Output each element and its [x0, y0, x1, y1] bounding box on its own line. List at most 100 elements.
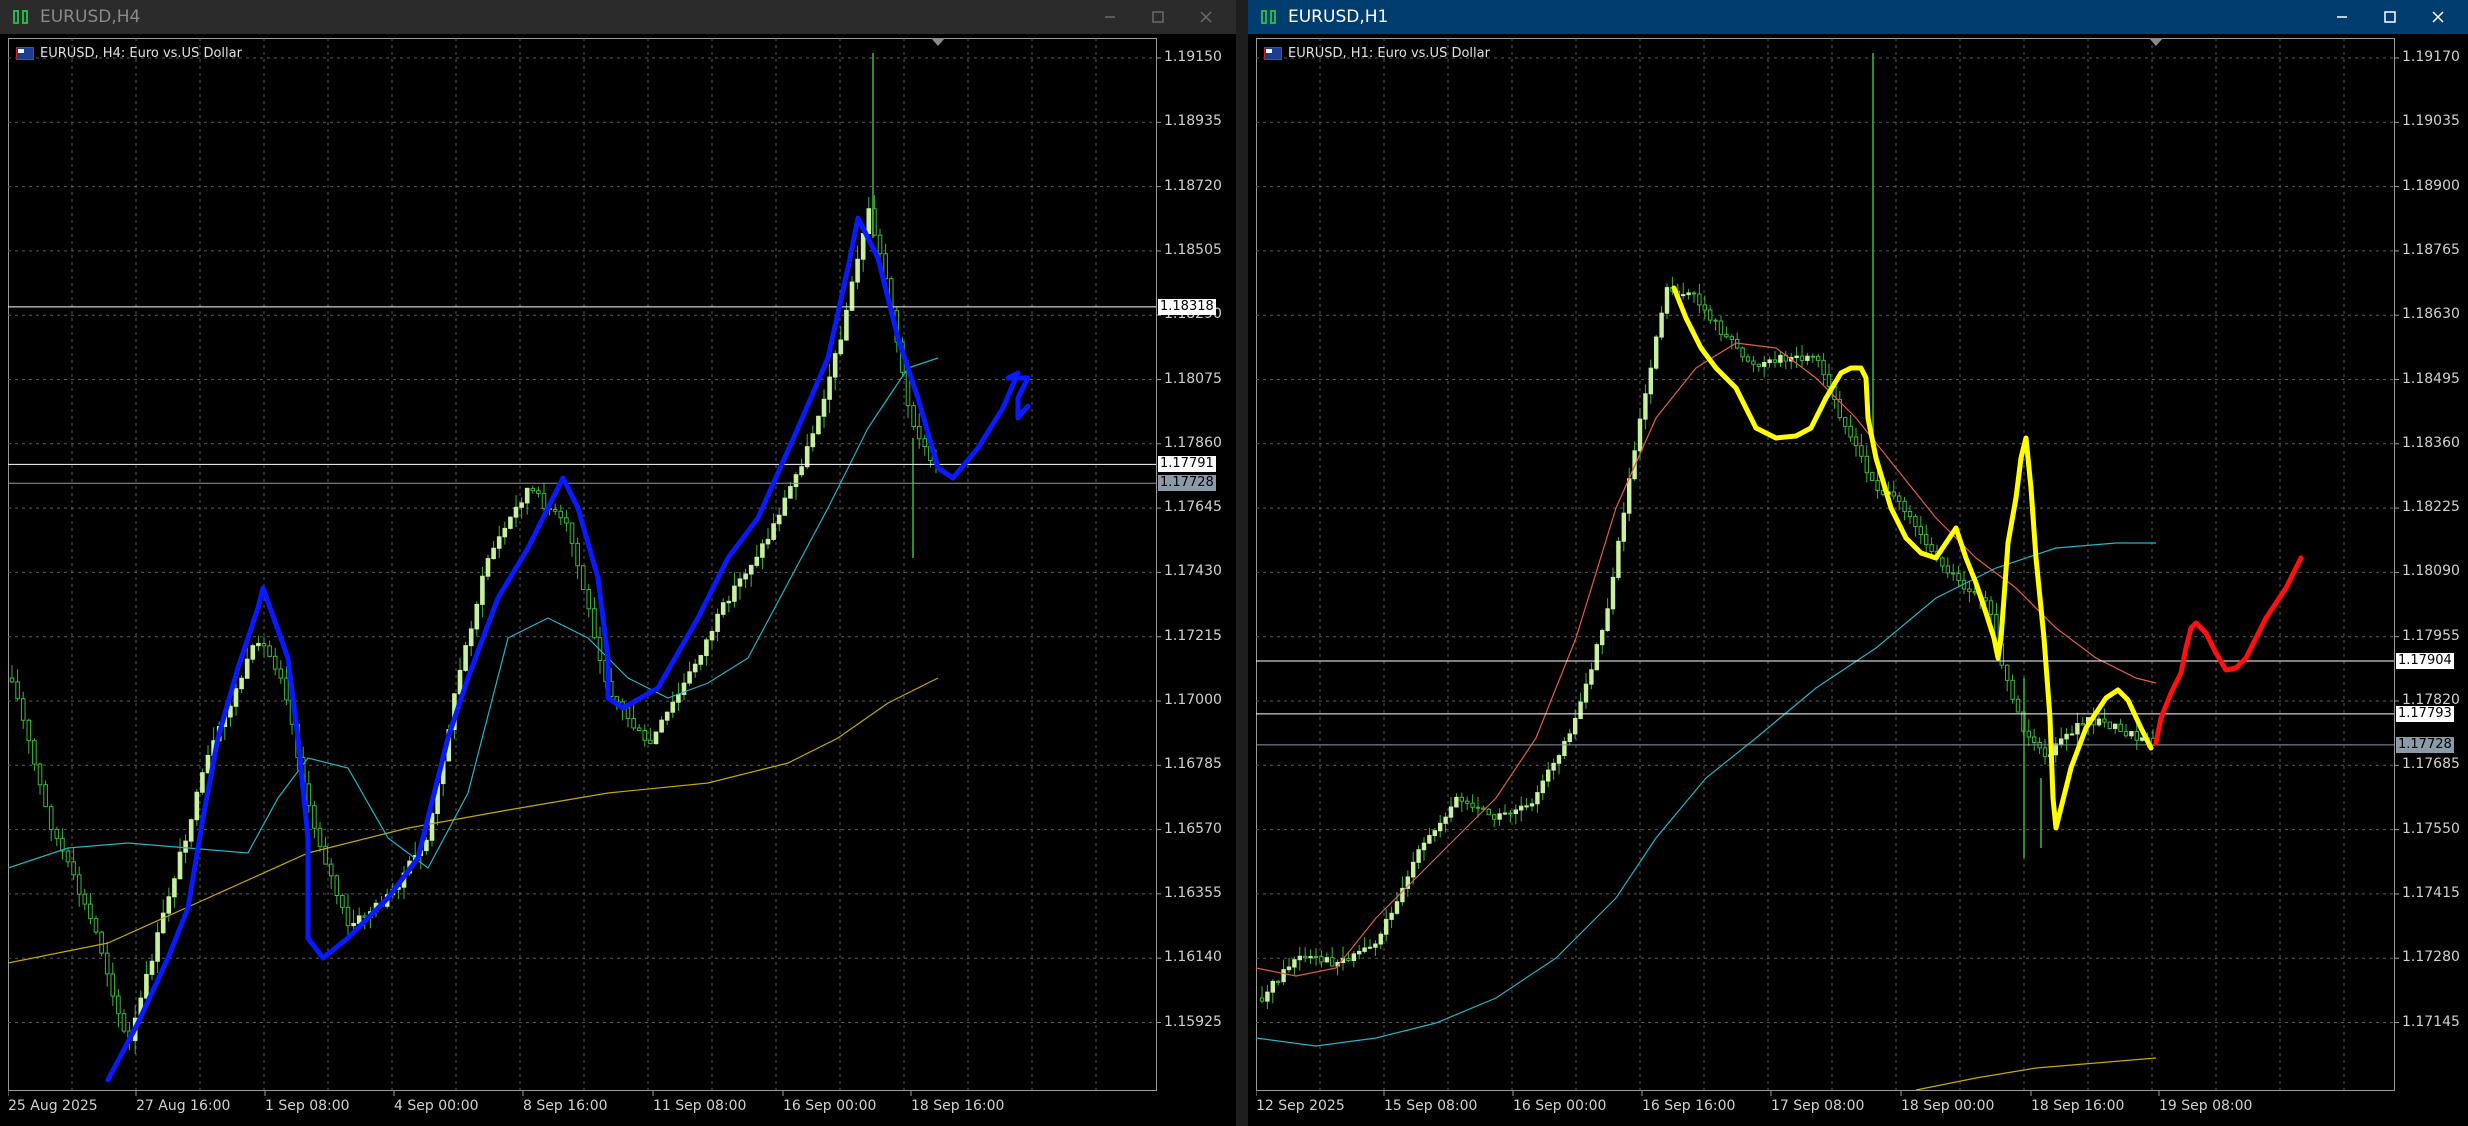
candle-body — [1778, 354, 1783, 363]
price-axis-label: 1.18505 — [1164, 241, 1222, 258]
chart-window-icon — [1261, 10, 1276, 24]
candle-body — [771, 523, 776, 540]
candle-body — [1799, 355, 1805, 361]
moving-average-mid — [1256, 542, 2156, 1047]
candle-body — [1308, 956, 1313, 959]
candle-body — [9, 677, 15, 683]
price-chart[interactable] — [8, 38, 1234, 1118]
candle-body — [1772, 359, 1778, 363]
candle-body — [2042, 747, 2048, 758]
candle-body — [536, 490, 541, 494]
candle-body — [1648, 367, 1654, 395]
candle-body — [256, 642, 261, 647]
chart-window-left[interactable]: EURUSD,H4 EURUSD, H4: Euro vs.US Dollar … — [0, 0, 1236, 1126]
candle-body — [2053, 743, 2058, 756]
candle-body — [468, 628, 474, 647]
candle-body — [1432, 830, 1438, 837]
candle-body — [1967, 588, 1972, 593]
candle-body — [272, 655, 278, 670]
minimize-button[interactable] — [2318, 0, 2366, 34]
candle-body — [491, 547, 496, 560]
candle-body — [1567, 733, 1573, 742]
price-line-tag: 1.17793 — [2396, 705, 2454, 722]
candle-body — [2096, 718, 2102, 726]
candle-body — [760, 543, 765, 558]
window-titlebar[interactable]: EURUSD,H4 — [0, 0, 1236, 34]
close-button[interactable] — [2414, 0, 2462, 34]
candle-body — [592, 608, 597, 639]
candle-body — [1378, 933, 1383, 945]
chart-area[interactable]: EURUSD, H4: Euro vs.US Dollar 1.19150 1.1… — [8, 38, 1234, 1118]
candle-body — [1459, 796, 1465, 802]
close-icon — [2432, 11, 2444, 23]
candle-body — [776, 514, 782, 525]
candle-body — [1718, 320, 1724, 335]
price-chart[interactable] — [1256, 38, 2466, 1118]
candle-body — [726, 600, 732, 604]
price-axis-label: 1.17000 — [1164, 692, 1222, 708]
candle-body — [261, 642, 267, 647]
candle-body — [821, 398, 827, 417]
minimize-button[interactable] — [1086, 0, 1134, 34]
candle-body — [1891, 491, 1896, 497]
price-axis-label: 1.17955 — [2402, 627, 2460, 644]
price-axis-label: 1.18225 — [2402, 499, 2460, 516]
candle-body — [485, 558, 491, 577]
shift-marker — [931, 38, 945, 46]
time-axis-label: 19 Sep 08:00 — [2159, 1098, 2253, 1114]
candle-body — [1443, 816, 1448, 824]
candle-body — [1556, 755, 1562, 764]
maximize-button[interactable] — [1134, 0, 1182, 34]
chart-window-right[interactable]: EURUSD,H1 EURUSD, H1: Euro vs.US Dollar … — [1248, 0, 2468, 1126]
candle-body — [200, 772, 205, 793]
candle-body — [827, 376, 832, 400]
candle-body — [110, 973, 116, 997]
time-axis-label: 4 Sep 00:00 — [394, 1098, 479, 1114]
candle-body — [648, 739, 653, 745]
candle-body — [860, 233, 866, 260]
candle-body — [642, 730, 648, 741]
candle-body — [810, 433, 816, 448]
candle-body — [1551, 762, 1556, 771]
candle-body — [530, 487, 536, 492]
candle-body — [1864, 455, 1869, 474]
candle-body — [82, 893, 88, 905]
candle-body — [250, 645, 256, 660]
candle-body — [844, 309, 849, 341]
candle-body — [793, 474, 799, 488]
candle-body — [1313, 956, 1319, 959]
candle-body — [1524, 805, 1529, 808]
window-titlebar[interactable]: EURUSD,H1 — [1248, 0, 2468, 34]
candle-body — [720, 602, 726, 615]
candle-body — [1751, 360, 1756, 365]
candle-body — [149, 960, 155, 975]
maximize-button[interactable] — [2366, 0, 2414, 34]
chart-area[interactable]: EURUSD, H1: Euro vs.US Dollar 1.19170 1.1… — [1256, 38, 2466, 1118]
candle-body — [508, 516, 513, 529]
candle-body — [1351, 953, 1356, 961]
candle-body — [1562, 740, 1567, 757]
candle-body — [26, 719, 32, 742]
moving-average-fast — [1256, 342, 2157, 977]
price-axis-label: 1.17145 — [2402, 1013, 2460, 1030]
candle-body — [1972, 591, 1977, 594]
price-axis-label: 1.19170 — [2402, 49, 2460, 65]
candle-body — [911, 405, 916, 428]
price-axis-label: 1.16785 — [1164, 756, 1222, 773]
candle-body — [2005, 664, 2010, 681]
candle-body — [676, 693, 681, 703]
candle-body — [1427, 835, 1432, 844]
price-axis-label: 1.17550 — [2402, 820, 2460, 837]
candle-body — [1330, 957, 1335, 967]
candle-body — [1475, 806, 1481, 809]
candle-body — [631, 717, 636, 729]
close-icon — [1200, 11, 1212, 23]
candle-body — [1319, 956, 1324, 963]
window-divider[interactable] — [1236, 0, 1248, 1126]
candle-body — [1535, 792, 1540, 805]
moving-average-slow — [1915, 1057, 2157, 1091]
candle-body — [1281, 969, 1286, 983]
price-axis-label: 1.15925 — [1164, 1013, 1222, 1030]
close-button[interactable] — [1182, 0, 1230, 34]
candle-body — [1276, 980, 1281, 983]
